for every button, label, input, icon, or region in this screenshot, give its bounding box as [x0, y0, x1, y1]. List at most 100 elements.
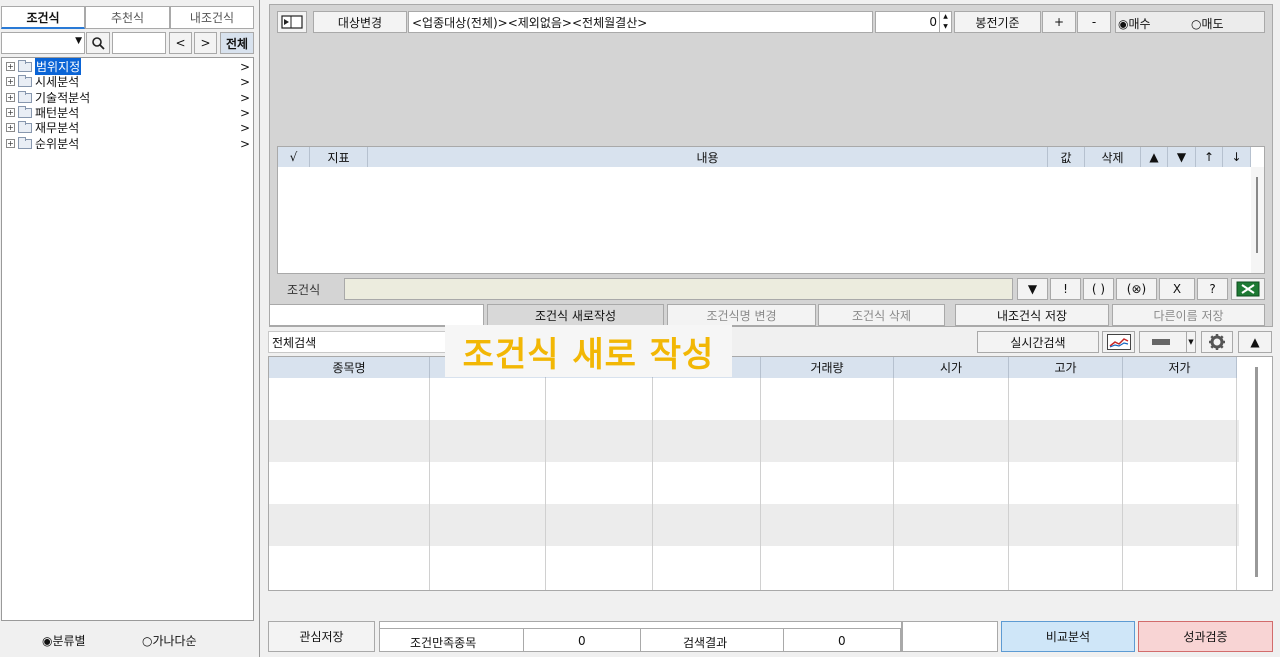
rename-condition-button[interactable]: 조건식명 변경 [667, 304, 816, 326]
chart-icon [1106, 334, 1131, 350]
expand-icon[interactable]: + [6, 77, 15, 86]
sort-by-alphabet-radio[interactable]: ○가나다순 [142, 632, 197, 649]
excel-icon [1236, 281, 1260, 297]
col-check: √ [278, 147, 310, 167]
tree-item-ranking[interactable]: + 순위분석 > [6, 136, 253, 151]
col-indicator: 지표 [310, 147, 368, 167]
performance-test-button[interactable]: 성과검증 [1138, 621, 1273, 652]
tab-my-conditions[interactable]: 내조건식 [170, 6, 254, 29]
exclude-operator-button[interactable]: (⊗) [1116, 278, 1157, 300]
satisfied-label: 조건만족종목 [410, 636, 477, 650]
chevron-down-icon: ▼ [75, 36, 82, 46]
target-text-field[interactable]: <업종대상(전체)><제외없음><전체월결산> [408, 11, 873, 33]
save-as-button[interactable]: 다른이름 저장 [1112, 304, 1265, 326]
formula-label: 조건식 [287, 283, 321, 297]
collapse-button[interactable]: ▲ [1238, 331, 1272, 353]
candle-basis-button[interactable]: 봉전기준 [954, 11, 1041, 33]
move-bottom-button[interactable]: ↓ [1223, 147, 1251, 167]
search-button[interactable] [86, 32, 110, 54]
candle-number-stepper[interactable]: 0 ▲ ▼ [875, 11, 952, 33]
target-change-button[interactable]: 대상변경 [313, 11, 407, 33]
folder-icon [18, 59, 32, 72]
move-down-button[interactable]: ▼ [1168, 147, 1196, 167]
chevron-right-icon: > [239, 74, 250, 89]
tree-item-range[interactable]: + 범위지정 > [6, 58, 253, 75]
compare-analysis-button[interactable]: 비교분석 [1001, 621, 1135, 652]
tree-item-pattern[interactable]: + 패턴분석 > [6, 105, 253, 120]
result-label: 검색결과 [683, 636, 728, 650]
move-up-button[interactable]: ▲ [1141, 147, 1168, 167]
settings-button[interactable] [1201, 331, 1233, 353]
new-condition-tooltip: 조건식 새로 작성 [445, 325, 732, 377]
condition-table: √ 지표 내용 값 삭제 ▲ ▼ ↑ ↓ [277, 146, 1265, 274]
expand-icon[interactable]: + [6, 123, 15, 132]
paren-operator-button[interactable]: ( ) [1083, 278, 1114, 300]
not-operator-button[interactable]: ! [1050, 278, 1081, 300]
results-search-field[interactable]: 전체검색 [268, 331, 448, 353]
screen-toggle-button[interactable] [277, 11, 307, 33]
col-low[interactable]: 저가 [1123, 357, 1237, 378]
buy-radio[interactable]: ◉매수 [1118, 15, 1151, 32]
right-panel: 대상변경 <업종대상(전체)><제외없음><전체월결산> 0 ▲ ▼ 봉전기준 +… [262, 0, 1280, 657]
results-grid-body [269, 378, 1239, 590]
result-count: 0 [838, 634, 846, 648]
chart-button[interactable] [1102, 331, 1135, 353]
col-high[interactable]: 고가 [1009, 357, 1123, 378]
candle-number-value: 0 [929, 15, 937, 29]
line-style-dropdown[interactable]: ▼ [1139, 331, 1196, 353]
gear-icon [1209, 334, 1225, 350]
col-open[interactable]: 시가 [894, 357, 1009, 378]
chevron-right-icon: > [239, 90, 250, 105]
expand-icon[interactable]: + [6, 93, 15, 102]
spinner-icon[interactable]: ▲ ▼ [939, 12, 951, 32]
expand-icon[interactable]: + [6, 139, 15, 148]
col-stock-name[interactable]: 종목명 [269, 357, 430, 378]
new-condition-button[interactable]: 조건식 새로작성 [487, 304, 664, 326]
results-grid-scrollbar[interactable] [1255, 367, 1258, 577]
condition-table-header: √ 지표 내용 값 삭제 ▲ ▼ ↑ ↓ [278, 147, 1264, 167]
col-content: 내용 [368, 147, 1048, 167]
move-top-button[interactable]: ↑ [1196, 147, 1223, 167]
search-input[interactable] [112, 32, 166, 54]
save-my-condition-button[interactable]: 내조건식 저장 [955, 304, 1109, 326]
chevron-right-icon: > [239, 120, 250, 135]
col-value: 값 [1048, 147, 1085, 167]
formula-input[interactable] [344, 278, 1013, 300]
tree-item-price[interactable]: + 시세분석 > [6, 74, 253, 89]
all-button[interactable]: 전체 [220, 32, 254, 54]
line-style-icon [1151, 339, 1170, 345]
next-button[interactable]: > [194, 32, 217, 54]
minus-button[interactable]: - [1077, 11, 1111, 33]
plus-button[interactable]: + [1042, 11, 1076, 33]
tree-item-technical[interactable]: + 기술적분석 > [6, 90, 253, 105]
tab-condition[interactable]: 조건식 [1, 6, 85, 29]
delete-condition-button[interactable]: 조건식 삭제 [818, 304, 945, 326]
realtime-search-button[interactable]: 실시간검색 [977, 331, 1099, 353]
category-dropdown[interactable]: ▼ [1, 32, 85, 54]
save-interest-button[interactable]: 관심저장 [268, 621, 375, 652]
clear-operator-button[interactable]: X [1159, 278, 1195, 300]
tree-item-financial[interactable]: + 재무분석 > [6, 120, 253, 135]
expand-icon[interactable]: + [6, 62, 15, 71]
condition-name-input[interactable] [269, 304, 484, 326]
prev-button[interactable]: < [169, 32, 192, 54]
chevron-down-icon: ▼ [1186, 332, 1195, 352]
expand-icon[interactable]: + [6, 108, 15, 117]
trade-side-group: ◉매수 ○매도 [1115, 11, 1265, 33]
chevron-right-icon: > [200, 36, 211, 50]
tab-recommended[interactable]: 추천식 [85, 6, 170, 29]
condition-table-scrollbar[interactable] [1251, 167, 1264, 273]
sort-by-category-radio[interactable]: ◉분류별 [42, 632, 86, 649]
chevron-right-icon: > [239, 105, 250, 120]
excel-button[interactable] [1231, 278, 1265, 300]
folder-icon [18, 136, 32, 149]
chevron-right-icon: > [239, 136, 250, 151]
col-volume[interactable]: 거래량 [761, 357, 894, 378]
help-button[interactable]: ? [1197, 278, 1228, 300]
folder-icon [18, 90, 32, 103]
folder-icon [18, 74, 32, 87]
formula-dropdown-button[interactable]: ▼ [1017, 278, 1048, 300]
results-grid-header: 종목명 거래량 시가 고가 저가 [269, 357, 1239, 378]
tree-item-label: 재무분석 [35, 121, 80, 135]
sell-radio[interactable]: ○매도 [1191, 15, 1224, 32]
